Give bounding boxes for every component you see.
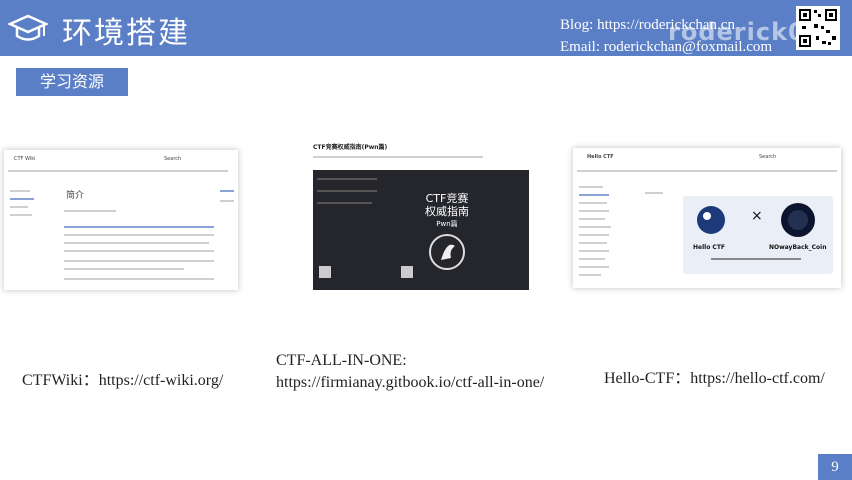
nav-line: [577, 170, 837, 172]
ctf-all-in-one-caption-title: CTF-ALL-IN-ONE:: [276, 352, 407, 369]
nav-line: [10, 190, 30, 192]
text-line: [64, 242, 209, 244]
cover-line: [317, 190, 377, 192]
header-bar: 环境搭建 roderick01 Blog: https://roderickch…: [0, 0, 852, 56]
graduation-cap-icon: [8, 14, 48, 41]
sidebar-line: [579, 218, 605, 220]
hello-ctf-caption[interactable]: Hello-CTF：https://hello-ctf.com/: [604, 364, 825, 388]
book-title-line-1: CTF竞赛: [425, 192, 469, 205]
ctf-all-in-one-screenshot[interactable]: CTF竞赛权威指南(Pwn篇) CTF竞赛 权威指南 Pwn篇: [313, 138, 529, 293]
qr-code-icon: [796, 6, 840, 50]
book-subtitle: Pwn篇: [436, 220, 458, 228]
logo-left-label: Hello CTF: [693, 244, 726, 251]
sidebar-line: [579, 234, 609, 236]
nav-line: [10, 198, 34, 200]
sidebar-line: [579, 274, 601, 276]
sidebar-line: [579, 202, 607, 204]
contact-info: Blog: https://roderickchan.cn Email: rod…: [560, 14, 772, 58]
ctfwiki-heading: 简介: [66, 191, 85, 201]
text-line: [64, 260, 214, 262]
book-cover-title: CTF竞赛 权威指南 Pwn篇: [425, 192, 469, 231]
content-line: [645, 192, 663, 194]
sidebar-line: [579, 250, 609, 252]
book-title-line-2: 权威指南: [425, 205, 469, 218]
ctfwiki-site-name: CTF Wiki: [14, 156, 36, 162]
logo-right-label: NOwayBack_Coin: [769, 244, 827, 251]
page-number: 9: [818, 454, 852, 480]
nav-line: [10, 214, 32, 216]
email-link[interactable]: Email: roderickchan@foxmail.com: [560, 36, 772, 58]
nav-line: [10, 206, 28, 208]
sidebar-line: [579, 266, 609, 268]
blog-link[interactable]: Blog: https://roderickchan.cn: [560, 14, 772, 36]
sidebar-line: [579, 186, 603, 188]
ctf-all-in-one-caption-url[interactable]: https://firmianay.gitbook.io/ctf-all-in-…: [276, 374, 544, 392]
toc-line: [220, 200, 234, 202]
book-barcode: [401, 266, 413, 278]
ctfwiki-nav-bar: [8, 170, 228, 172]
book-figure-icon: [429, 234, 465, 270]
toc-line: [220, 190, 234, 192]
ctfwiki-caption[interactable]: CTFWiki：https://ctf-wiki.org/: [22, 366, 223, 390]
sidebar-line: [579, 226, 611, 228]
text-line: [313, 156, 483, 158]
book-barcode: [319, 266, 331, 278]
cover-line: [317, 178, 377, 180]
sidebar-line: [579, 194, 609, 196]
sidebar-line: [579, 242, 607, 244]
cover-line: [317, 202, 372, 204]
hello-ctf-logo-icon: [697, 206, 725, 234]
text-line: [64, 234, 214, 236]
ctfwiki-screenshot[interactable]: CTF Wiki Search 简介: [4, 150, 238, 290]
hello-ctf-screenshot[interactable]: Hello CTF Search × Hello CTF NOwayBack_C…: [573, 148, 841, 288]
book-cover-image: CTF竞赛 权威指南 Pwn篇: [313, 170, 529, 290]
logo-tagline-line: [711, 258, 801, 260]
ctfwiki-search: Search: [164, 156, 182, 162]
text-line: [64, 226, 214, 228]
hello-ctf-search: Search: [759, 154, 777, 160]
noway-back-logo-icon: [781, 203, 815, 237]
book-page-heading: CTF竞赛权威指南(Pwn篇): [313, 144, 388, 151]
sidebar-line: [579, 210, 609, 212]
text-line: [64, 250, 214, 252]
hello-ctf-site-name: Hello CTF: [587, 154, 614, 160]
text-line: [64, 278, 214, 280]
logo-times: ×: [751, 208, 763, 224]
text-line: [64, 210, 116, 212]
sidebar-line: [579, 258, 605, 260]
hello-ctf-logo-card: × Hello CTF NOwayBack_Coin: [683, 196, 833, 274]
page-title: 环境搭建: [62, 16, 190, 51]
text-line: [64, 268, 184, 270]
section-tag: 学习资源: [16, 68, 128, 96]
